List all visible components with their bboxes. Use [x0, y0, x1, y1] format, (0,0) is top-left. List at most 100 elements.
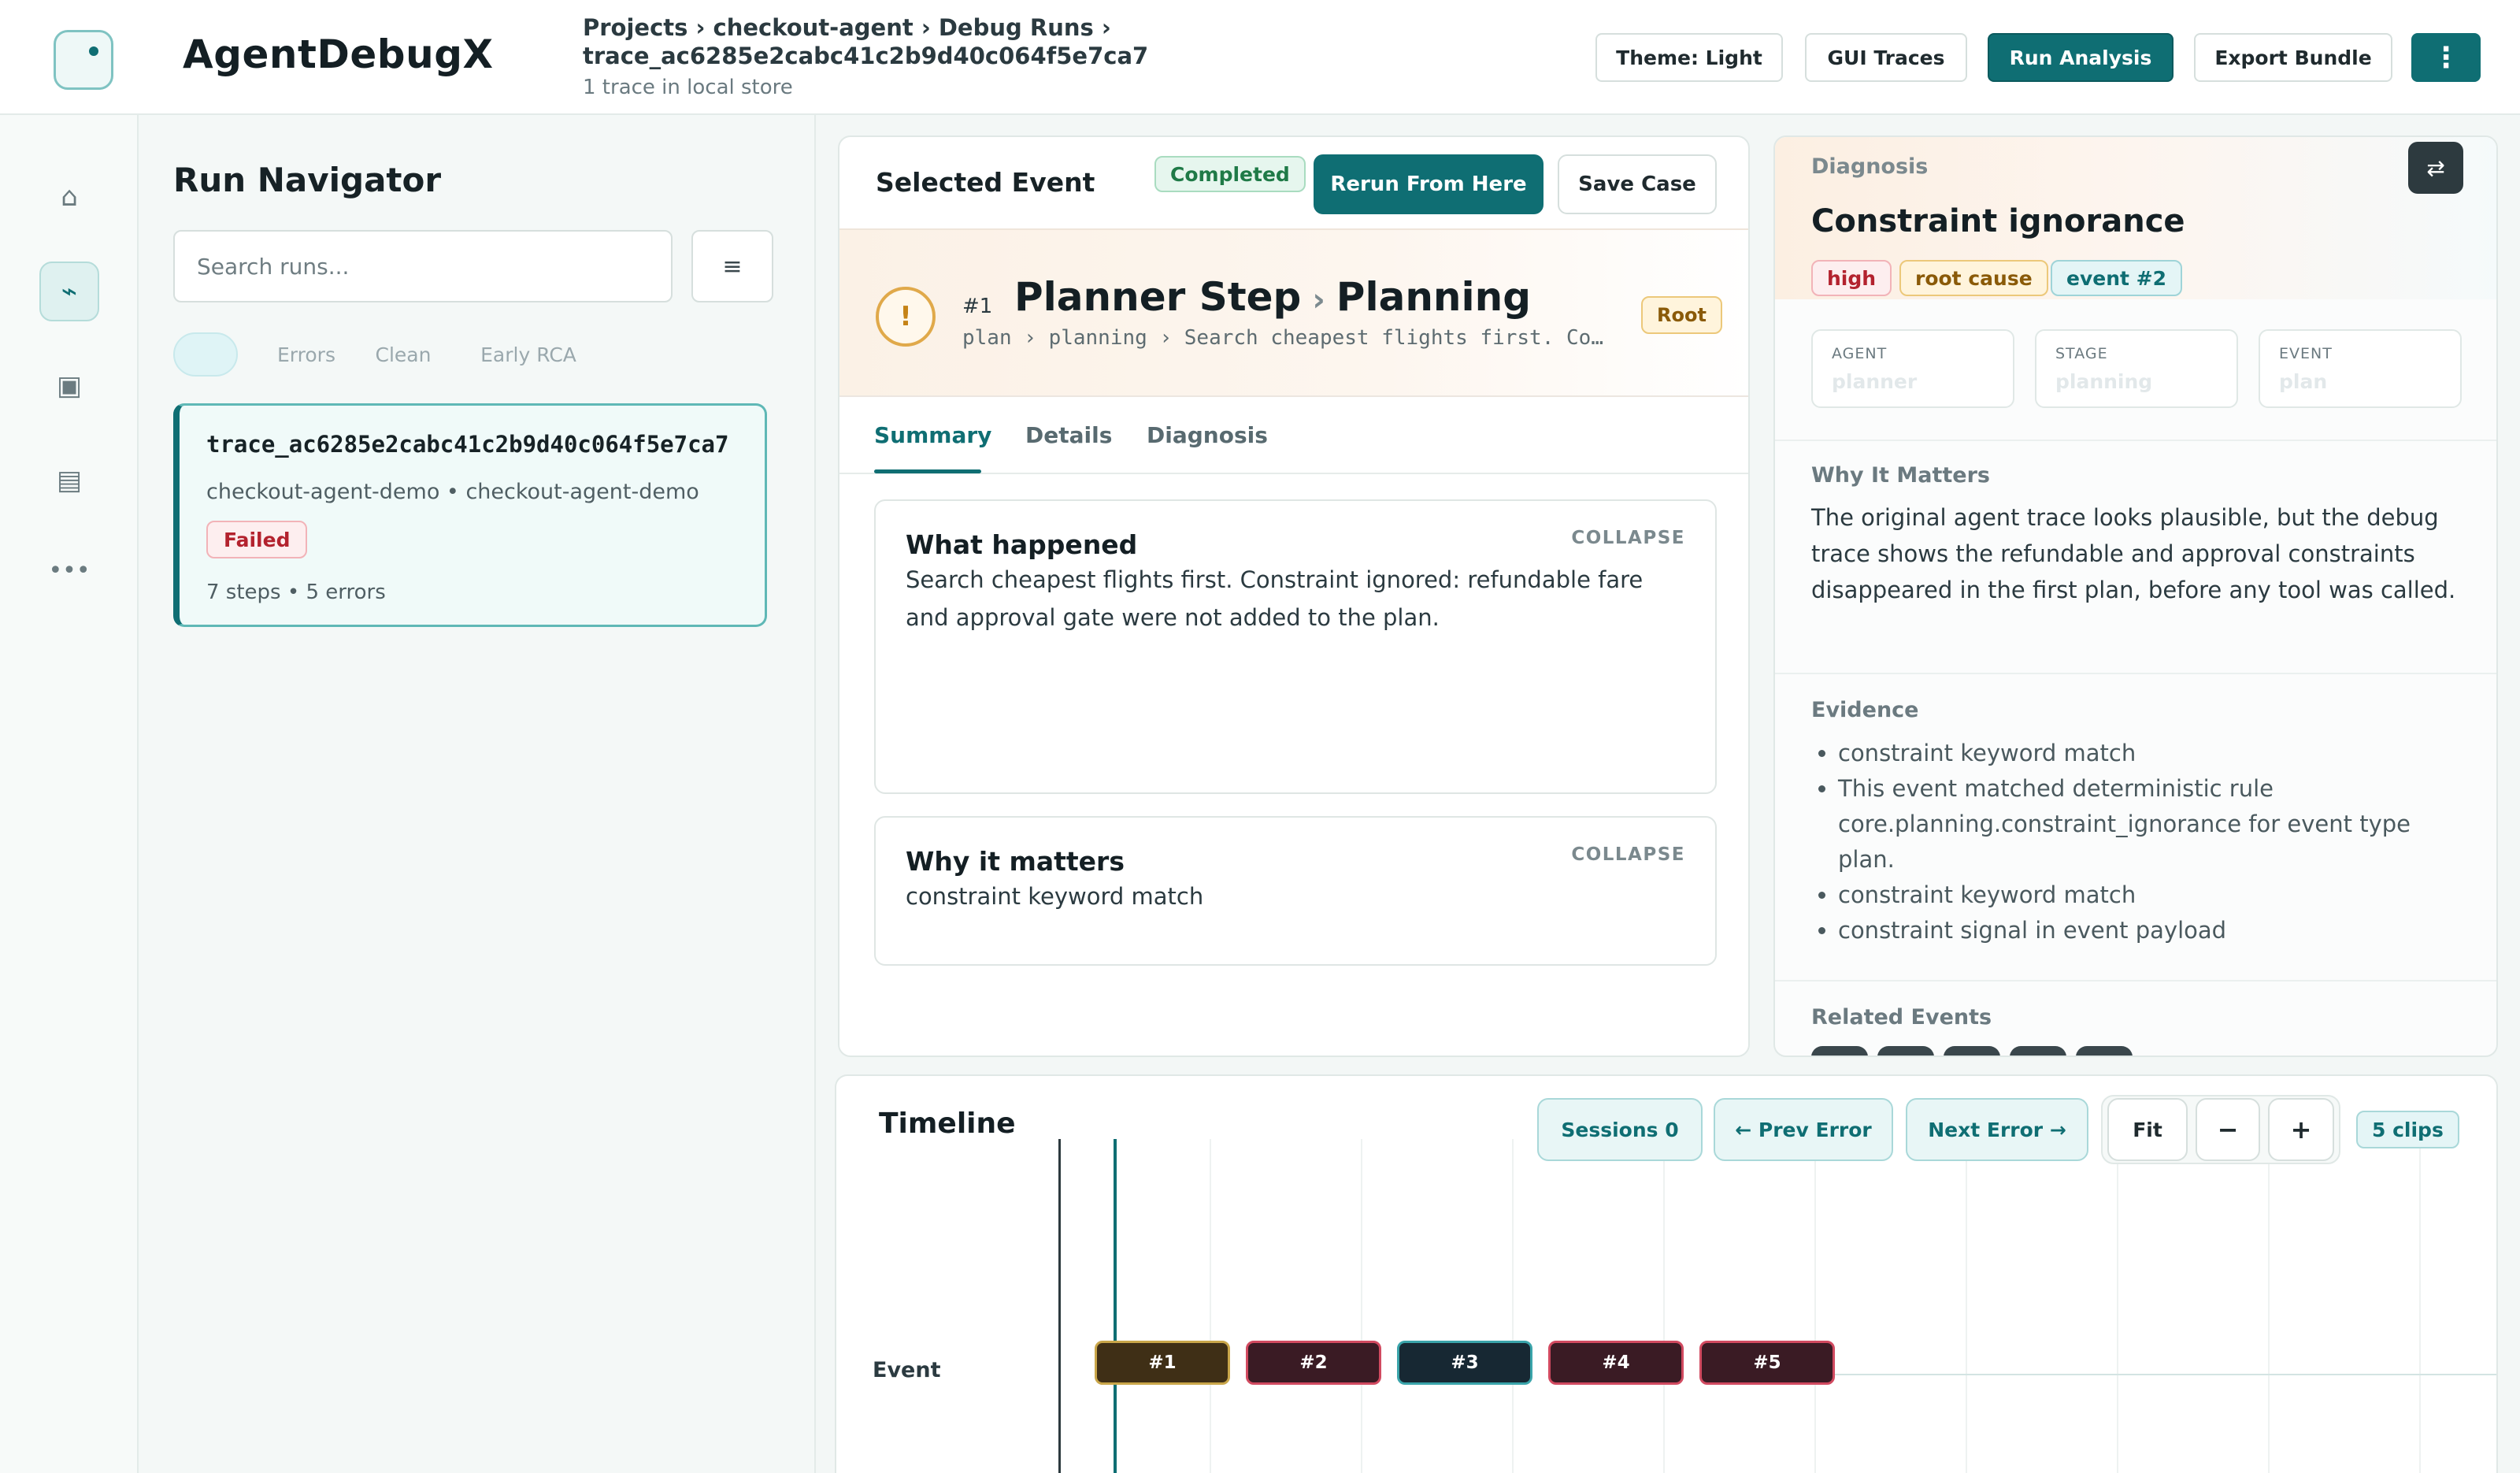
- filter-chip-clean[interactable]: Clean: [362, 332, 444, 377]
- app-header: AgentDebugX Projects › checkout-agent › …: [0, 0, 2520, 115]
- prev-error-button[interactable]: ← Prev Error: [1714, 1098, 1893, 1161]
- evidence-item: This event matched deterministic rule co…: [1838, 771, 2473, 877]
- why-it-matters-title: Why It Matters: [1811, 463, 1990, 488]
- run-meta: checkout-agent-demo • checkout-agent-dem…: [206, 480, 699, 504]
- related-events-title: Related Events: [1811, 1005, 1992, 1030]
- event-title-stage: Planning: [1336, 274, 1532, 320]
- zoom-out-button[interactable]: −: [2196, 1098, 2260, 1161]
- filter-icon[interactable]: ≡: [691, 230, 773, 302]
- app-logo-icon[interactable]: [54, 30, 113, 90]
- collapse-button[interactable]: COLLAPSE: [1571, 528, 1685, 548]
- diagnosis-header: Diagnosis Constraint ignorance ⇄ high ro…: [1775, 137, 2496, 299]
- diagnosis-panel: Diagnosis Constraint ignorance ⇄ high ro…: [1773, 135, 2498, 1057]
- timeline-track: [1835, 1374, 2496, 1375]
- save-case-button[interactable]: Save Case: [1558, 154, 1717, 214]
- grid-line: [1966, 1139, 1967, 1473]
- next-error-button[interactable]: Next Error →: [1906, 1098, 2088, 1161]
- rerun-from-here-button[interactable]: Rerun From Here: [1314, 154, 1544, 214]
- meta-value: planning: [2055, 370, 2153, 393]
- zoom-fit-button[interactable]: Fit: [2107, 1098, 2188, 1161]
- why-it-matters-body: The original agent trace looks plausible…: [1811, 504, 2456, 603]
- evidence-list: constraint keyword match This event matc…: [1811, 736, 2473, 948]
- run-analysis-button[interactable]: Run Analysis: [1988, 33, 2174, 82]
- breadcrumb-path[interactable]: Projects › checkout-agent › Debug Runs ›: [583, 14, 1148, 43]
- list-icon[interactable]: ▤: [39, 451, 99, 510]
- timeline-event[interactable]: #5: [1699, 1341, 1835, 1385]
- diagnosis-label: Diagnosis: [1811, 154, 1929, 179]
- event-tabs: Summary Details Diagnosis: [839, 397, 1748, 474]
- logo-dot: [89, 46, 98, 56]
- timeline-title: Timeline: [879, 1108, 1016, 1140]
- grid-line: [1210, 1139, 1211, 1473]
- run-status-badge: Failed: [206, 521, 308, 558]
- timeline-event[interactable]: #2: [1246, 1341, 1381, 1385]
- home-icon[interactable]: ⌂: [39, 167, 99, 227]
- timeline-event[interactable]: #3: [1397, 1341, 1532, 1385]
- filter-chip-early-rca[interactable]: Early RCA: [463, 332, 594, 377]
- grid-line: [1512, 1139, 1514, 1473]
- event-title-step: Planner Step: [1014, 274, 1302, 320]
- meta-event: EVENT plan: [2259, 329, 2462, 408]
- filter-chip-errors[interactable]: Errors: [263, 332, 350, 377]
- swap-icon[interactable]: ⇄: [2408, 142, 2463, 194]
- search-runs-input[interactable]: [173, 230, 673, 302]
- theme-toggle-button[interactable]: Theme: Light: [1595, 33, 1783, 82]
- related-event-chip[interactable]: [2076, 1046, 2133, 1056]
- tab-details[interactable]: Details: [1025, 422, 1112, 448]
- run-stats: 7 steps • 5 errors: [206, 581, 386, 604]
- grid-line: [1361, 1139, 1362, 1473]
- timeline-event[interactable]: #1: [1095, 1341, 1230, 1385]
- row-label: Event: [873, 1358, 941, 1382]
- warning-icon: !: [876, 287, 936, 347]
- more-menu-icon[interactable]: ⋮: [2411, 33, 2481, 82]
- severity-badge: high: [1811, 260, 1892, 296]
- what-happened-card: What happened COLLAPSE Search cheapest f…: [874, 499, 1717, 794]
- card-body: constraint keyword match: [906, 883, 1204, 910]
- divider: [1775, 440, 2496, 441]
- selected-event-heading: Selected Event: [876, 167, 1095, 198]
- related-event-chip[interactable]: [2010, 1046, 2066, 1056]
- event-ref-badge[interactable]: event #2: [2051, 260, 2183, 296]
- timeline-panel: Event #1 #2 #3 #4 #5 Timeline Sessions 0…: [835, 1074, 2498, 1473]
- meta-key: AGENT: [1832, 345, 1888, 362]
- playhead[interactable]: [1114, 1139, 1117, 1473]
- timeline-canvas[interactable]: Event #1 #2 #3 #4 #5: [836, 1139, 2496, 1473]
- gui-traces-button[interactable]: GUI Traces: [1805, 33, 1967, 82]
- card-title: What happened: [906, 529, 1138, 560]
- grid-line: [2419, 1139, 2421, 1473]
- trace-icon[interactable]: ⌁: [39, 262, 99, 321]
- root-cause-badge: root cause: [1899, 260, 2048, 296]
- navigator-title: Run Navigator: [173, 161, 442, 199]
- evidence-title: Evidence: [1811, 698, 1919, 722]
- filter-chip-all[interactable]: All: [173, 332, 238, 377]
- panel-icon[interactable]: ▣: [39, 356, 99, 416]
- evidence-item: constraint signal in event payload: [1838, 913, 2473, 948]
- grid-line: [2117, 1139, 2118, 1473]
- more-icon[interactable]: •••: [39, 540, 99, 600]
- divider: [1775, 980, 2496, 981]
- clips-count-badge: 5 clips: [2356, 1111, 2459, 1148]
- meta-key: STAGE: [2055, 345, 2108, 362]
- zoom-in-button[interactable]: +: [2268, 1098, 2334, 1161]
- sessions-button[interactable]: Sessions 0: [1537, 1098, 1703, 1161]
- chevron-right-icon: ›: [1312, 282, 1325, 318]
- related-event-chip[interactable]: [1944, 1046, 2000, 1056]
- event-path: plan › planning › Search cheapest flight…: [962, 326, 1603, 350]
- run-card[interactable]: trace_ac6285e2cabc41c2b9d40c064f5e7ca7 c…: [173, 403, 767, 627]
- run-id: trace_ac6285e2cabc41c2b9d40c064f5e7ca7: [206, 431, 729, 458]
- related-event-chip[interactable]: [1811, 1046, 1868, 1056]
- breadcrumb-current-trace: trace_ac6285e2cabc41c2b9d40c064f5e7ca7: [583, 43, 1149, 69]
- timeline-event[interactable]: #4: [1548, 1341, 1684, 1385]
- grid-line: [2268, 1139, 2270, 1473]
- app-title: AgentDebugX: [183, 32, 494, 77]
- tab-diagnosis[interactable]: Diagnosis: [1147, 422, 1268, 448]
- tab-summary[interactable]: Summary: [874, 422, 991, 448]
- meta-value: planner: [1832, 370, 1918, 393]
- event-hero: ! #1 Planner Step › Planning plan › planni…: [839, 228, 1748, 397]
- export-bundle-button[interactable]: Export Bundle: [2194, 33, 2392, 82]
- evidence-item: constraint keyword match: [1838, 877, 2473, 913]
- related-event-chip[interactable]: [1877, 1046, 1934, 1056]
- collapse-button[interactable]: COLLAPSE: [1571, 844, 1685, 865]
- meta-agent: AGENT planner: [1811, 329, 2014, 408]
- meta-key: EVENT: [2279, 345, 2333, 362]
